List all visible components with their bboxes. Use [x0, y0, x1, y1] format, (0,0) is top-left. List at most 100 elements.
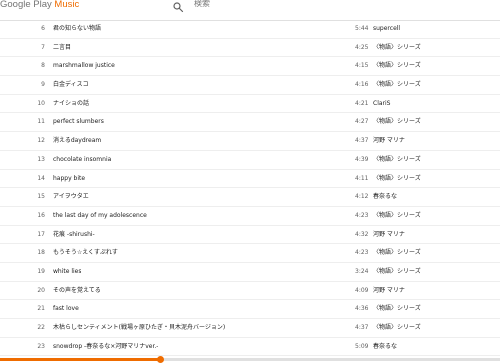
track-duration: 4:23 [355, 249, 369, 257]
track-number: 14 [37, 174, 45, 182]
track-duration: 4:12 [355, 193, 369, 201]
top-app-bar: Google Play Music [0, 0, 500, 21]
track-duration: 4:36 [355, 305, 369, 313]
track-duration: 4:16 [355, 81, 369, 89]
track-row[interactable]: 22 木枯らしセンティメント(戦場ヶ原ひたぎ・貝木泥舟バージョン) 4:37 〈物語〉… [0, 319, 500, 338]
track-artist[interactable]: 〈物語〉シリーズ [373, 113, 421, 131]
track-number: 21 [37, 305, 45, 313]
track-duration: 5:09 [355, 342, 369, 350]
track-title: 花痕 -shirushi- [53, 230, 95, 238]
track-duration: 4:32 [355, 230, 369, 238]
track-row[interactable]: 20 その声を覚えてる 4:09 河野 マリナ [0, 282, 500, 301]
track-row[interactable]: 13 chocolate insomnia 4:39 〈物語〉シリーズ [0, 151, 500, 170]
track-row[interactable]: 17 花痕 -shirushi- 4:32 河野 マリナ [0, 226, 500, 245]
track-row[interactable]: 12 消えるdaydream 4:37 河野 マリナ [0, 132, 500, 151]
track-artist[interactable]: 〈物語〉シリーズ [373, 300, 421, 318]
track-artist[interactable]: 〈物語〉シリーズ [373, 263, 421, 281]
track-title: perfect slumbers [53, 118, 104, 126]
track-number: 11 [37, 118, 45, 126]
track-row[interactable]: 11 perfect slumbers 4:27 〈物語〉シリーズ [0, 113, 500, 133]
track-title: 白金ディスコ [53, 81, 89, 89]
track-duration: 4:37 [355, 324, 369, 331]
logo-suffix: Music [54, 0, 80, 10]
search-icon[interactable] [172, 0, 184, 13]
track-title: marshmallow justice [53, 62, 115, 70]
track-artist[interactable]: 〈物語〉シリーズ [373, 319, 421, 337]
track-title: ナイショの話 [53, 99, 90, 107]
track-title: snowdrop -春奈るな×河野マリナver.- [53, 342, 159, 350]
track-number: 8 [41, 62, 45, 70]
track-title: white lies [53, 267, 82, 275]
track-row[interactable]: 18 もうそう☆えくすぷれす 4:23 〈物語〉シリーズ [0, 244, 500, 263]
track-title: アイヲウタエ [53, 193, 89, 201]
track-row[interactable]: 15 アイヲウタエ 4:12 春奈るな [0, 188, 500, 207]
track-row[interactable]: 19 white lies 3:24 〈物語〉シリーズ [0, 263, 500, 282]
track-duration: 4:15 [355, 62, 369, 70]
track-number: 23 [37, 342, 45, 350]
track-title: 木枯らしセンティメント(戦場ヶ原ひたぎ・貝木泥舟バージョン) [53, 324, 226, 331]
track-artist[interactable]: 〈物語〉シリーズ [373, 76, 421, 94]
track-row[interactable]: 6 君の知らない物語 5:44 supercell [0, 20, 500, 39]
google-play-music-logo[interactable]: Google Play Music [0, 0, 79, 10]
track-row[interactable]: 21 fast love 4:36 〈物語〉シリーズ [0, 300, 500, 319]
track-artist[interactable]: 〈物語〉シリーズ [373, 170, 421, 188]
track-number: 19 [37, 267, 45, 275]
search-input[interactable] [194, 0, 314, 9]
track-row[interactable]: 10 ナイショの話 4:21 ClariS [0, 95, 500, 114]
track-list: 6 君の知らない物語 5:44 supercell 7 二言目 4:25 〈物語〉シリーズ 8 m… [0, 20, 500, 357]
track-artist[interactable]: 春奈るな [373, 188, 397, 206]
track-artist[interactable]: 〈物語〉シリーズ [373, 151, 421, 169]
track-title: 君の知らない物語 [53, 25, 102, 32]
playback-progress-bar[interactable] [0, 358, 500, 361]
track-row[interactable]: 23 snowdrop -春奈るな×河野マリナver.- 5:09 春奈るな [0, 338, 500, 357]
track-row[interactable]: 7 二言目 4:25 〈物語〉シリーズ [0, 39, 500, 58]
track-number: 7 [41, 43, 45, 51]
track-row[interactable]: 9 白金ディスコ 4:16 〈物語〉シリーズ [0, 76, 500, 95]
track-artist[interactable]: 〈物語〉シリーズ [373, 207, 421, 225]
track-row[interactable]: 16 the last day of my adolescence 4:23 〈物語〉… [0, 207, 500, 226]
track-artist[interactable]: ClariS [373, 95, 390, 113]
track-title: 消えるdaydream [53, 137, 102, 145]
track-number: 10 [37, 99, 45, 107]
track-artist[interactable]: 河野 マリナ [373, 282, 405, 300]
track-number: 6 [41, 25, 45, 32]
track-row[interactable]: 14 happy bite 4:11 〈物語〉シリーズ [0, 170, 500, 189]
track-title: happy bite [53, 174, 86, 182]
track-artist[interactable]: 〈物語〉シリーズ [373, 57, 421, 75]
track-artist[interactable]: 〈物語〉シリーズ [373, 244, 421, 262]
track-number: 17 [37, 230, 45, 238]
track-number: 16 [37, 211, 45, 219]
track-duration: 4:39 [355, 155, 369, 163]
track-duration: 4:27 [355, 118, 369, 126]
track-artist[interactable]: 春奈るな [373, 338, 397, 356]
track-duration: 4:23 [355, 211, 369, 219]
track-duration: 4:25 [355, 43, 369, 51]
track-title: the last day of my adolescence [53, 211, 147, 219]
track-number: 22 [37, 324, 45, 331]
track-title: その声を覚えてる [53, 286, 101, 294]
track-duration: 4:11 [355, 174, 369, 182]
track-artist[interactable]: supercell [373, 20, 400, 38]
track-artist[interactable]: 河野 マリナ [373, 132, 405, 150]
track-number: 20 [37, 286, 45, 294]
track-title: fast love [53, 305, 79, 313]
track-duration: 5:44 [355, 25, 369, 32]
track-title: 二言目 [53, 43, 72, 51]
track-number: 9 [41, 81, 45, 89]
track-artist[interactable]: 〈物語〉シリーズ [373, 39, 421, 57]
track-duration: 4:09 [355, 286, 369, 294]
track-number: 18 [37, 249, 45, 257]
track-duration: 4:37 [355, 137, 369, 145]
track-title: もうそう☆えくすぷれす [53, 249, 118, 257]
track-title: chocolate insomnia [53, 155, 112, 163]
track-duration: 4:21 [355, 99, 369, 107]
track-number: 13 [37, 155, 45, 163]
track-number: 15 [37, 193, 45, 201]
track-duration: 3:24 [355, 267, 369, 275]
logo-prefix: Google Play [0, 0, 55, 10]
playback-progress-thumb[interactable] [156, 356, 164, 363]
track-row[interactable]: 8 marshmallow justice 4:15 〈物語〉シリーズ [0, 57, 500, 77]
track-artist[interactable]: 河野 マリナ [373, 226, 405, 244]
track-number: 12 [37, 137, 45, 145]
playback-progress-fill [0, 358, 160, 361]
